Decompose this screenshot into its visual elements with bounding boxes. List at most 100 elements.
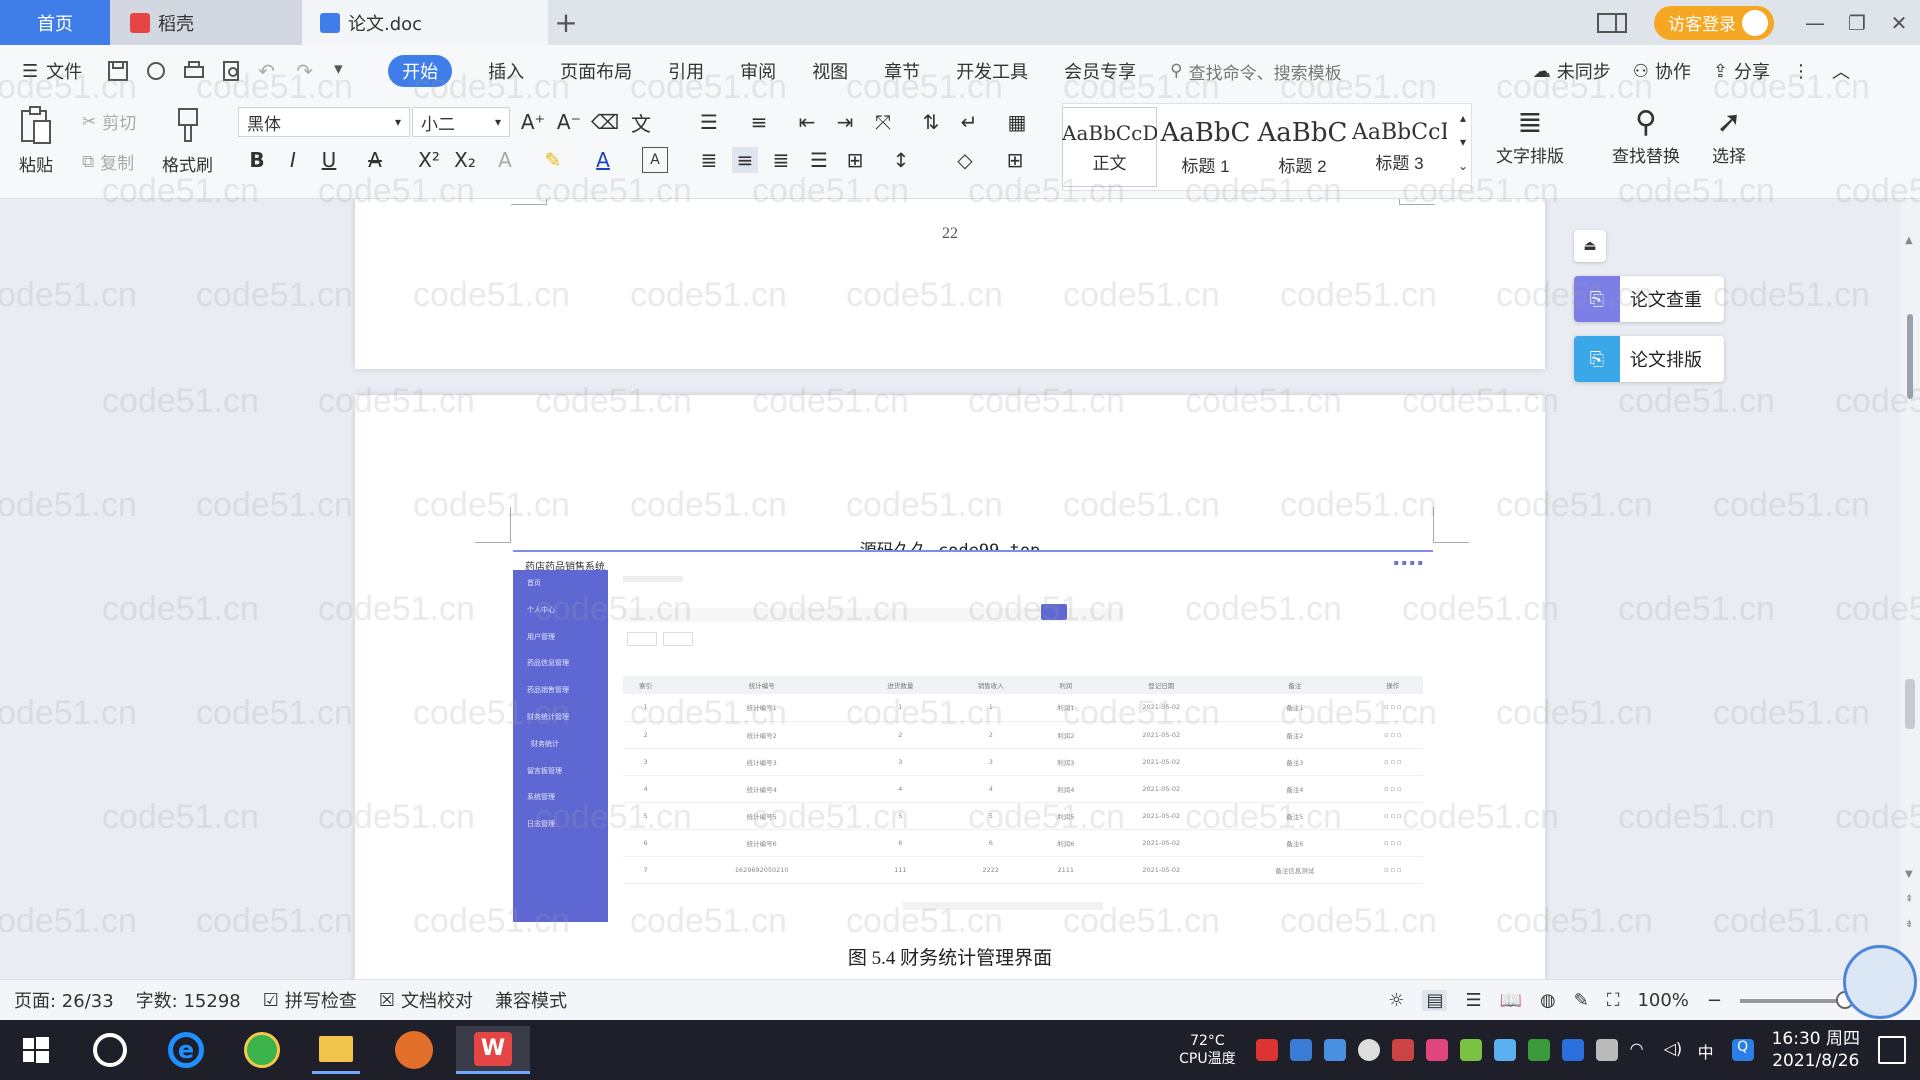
decrease-indent-icon[interactable]: ⇤ [794,109,820,135]
highlight-icon[interactable]: ✎ [540,147,566,173]
notifications-icon[interactable] [1878,1036,1906,1064]
table-tools-icon[interactable]: ▦ [1004,109,1030,135]
italic-icon[interactable]: I [280,147,306,173]
font-size-select[interactable]: 小二 ▾ [412,107,510,137]
styles-scroll-down-icon[interactable]: ▾ [1450,129,1476,155]
page-view-icon[interactable]: ▤ [1422,990,1448,1011]
char-border-icon[interactable]: A [642,147,668,173]
increase-indent-icon[interactable]: ⇥ [832,109,858,135]
restore-button[interactable]: ❐ [1836,0,1878,45]
assistant-avatar-icon[interactable] [1843,945,1917,1019]
cut-button[interactable]: ✂ 剪切 [82,109,136,135]
tray-app-icon[interactable] [1425,1039,1448,1061]
chinese-layout-icon[interactable]: ⤧ [870,109,896,135]
number-list-icon[interactable]: ≡ [746,109,772,135]
wps-writer-icon[interactable]: W [456,1026,530,1074]
more-menu-icon[interactable]: ⋮ [1792,61,1810,82]
customize-dropdown-icon[interactable]: ▾ [334,59,358,83]
undo-icon[interactable]: ↶ [258,59,282,83]
styles-expand-icon[interactable]: ⌄ [1450,153,1476,179]
proofread-button[interactable]: ☒ 文档校对 [379,987,473,1013]
notification-bell-icon[interactable] [1357,1039,1380,1061]
menu-tab-start[interactable]: 开始 [388,55,453,87]
guest-login-button[interactable]: 访客登录 [1654,5,1774,40]
text-effect-icon[interactable]: A [492,147,518,173]
paper-check-button[interactable]: ⎘ 论文查重 [1574,276,1724,322]
grow-font-icon[interactable]: A⁺ [520,109,546,135]
align-center-icon[interactable]: ≡ [732,147,758,173]
style-heading-3[interactable]: AaBbCcI 标题 3 [1352,107,1447,187]
close-button[interactable]: ✕ [1878,0,1920,45]
copy-button[interactable]: ⧉ 复制 [82,149,134,175]
paste-button[interactable]: 粘贴 [18,105,54,176]
bluetooth-icon[interactable] [1561,1039,1584,1061]
line-spacing-icon[interactable]: ↕ [888,147,914,173]
nvidia-icon[interactable] [1527,1039,1550,1061]
reading-view-icon[interactable]: 📖 [1500,990,1522,1011]
tab-daoke[interactable]: 稻壳 [110,0,302,45]
clear-format-icon[interactable]: ⌫ [591,109,619,135]
borders-icon[interactable]: ⊞ [1002,147,1028,173]
next-page-icon[interactable]: ⇟ [1905,919,1913,930]
scrollbar-thumb[interactable] [1907,314,1913,399]
browser-360-icon[interactable] [238,1026,286,1074]
outline-view-icon[interactable]: ☰ [1465,990,1481,1011]
wifi-icon[interactable]: ◠ [1630,1039,1652,1061]
redo-icon[interactable]: ↷ [296,59,320,83]
cpu-temp-widget[interactable]: 72°C CPU温度 [1179,1032,1235,1068]
embedded-screenshot-image[interactable]: 药店药品销售系统 ▪ ▪ ▪ ▪ 首页 个人中心 用户管理 药品信息管理 药品销… [513,550,1433,922]
ie-browser-icon[interactable]: e [162,1026,210,1074]
phonetic-icon[interactable]: 文 [628,109,654,136]
sync-button[interactable]: ☁ 未同步 [1533,58,1611,84]
menu-tab-view[interactable]: 视图 [812,58,848,84]
find-replace-button[interactable]: ⚲ 查找替换 [1612,105,1680,167]
collaborate-button[interactable]: ⚇ 协作 [1633,58,1691,84]
tray-app-icon[interactable] [1255,1039,1278,1061]
battery-icon[interactable] [1595,1039,1618,1061]
strikethrough-icon[interactable]: A [362,147,388,173]
input-method-icon[interactable]: 中 [1698,1039,1720,1062]
prev-page-icon[interactable]: ⇞ [1905,894,1913,905]
command-search[interactable]: ⚲ 查找命令、搜索模板 [1170,59,1341,84]
write-mode-icon[interactable]: ✎ [1574,990,1589,1011]
show-marks-icon[interactable]: ↵ [956,109,982,135]
text-layout-button[interactable]: ≣ 文字排版 [1496,105,1564,167]
menu-tab-page-layout[interactable]: 页面布局 [560,58,632,84]
tray-app-icon[interactable] [1289,1039,1312,1061]
bold-icon[interactable]: B [244,147,270,173]
menu-tab-developer[interactable]: 开发工具 [956,58,1028,84]
bullet-list-icon[interactable]: ☰ [696,109,722,135]
document-page[interactable]: 22 [355,199,1545,369]
font-color-icon[interactable]: A [590,147,616,173]
menu-tab-chapter[interactable]: 章节 [884,58,920,84]
scroll-down-icon[interactable]: ▼ [1905,869,1913,880]
pinwheel-app-icon[interactable] [86,1026,134,1074]
scroll-up-icon[interactable]: ▲ [1905,235,1913,246]
ime-q-icon[interactable]: Q [1731,1039,1754,1061]
print-icon[interactable] [182,59,206,83]
file-explorer-icon[interactable] [312,1026,360,1074]
sort-icon[interactable]: ⇅ [918,109,944,135]
web-view-icon[interactable]: ◍ [1540,990,1556,1011]
distribute-icon[interactable]: ⊞ [842,147,868,173]
tray-app-icon[interactable] [1391,1039,1414,1061]
style-heading-2[interactable]: AaBbC 标题 2 [1255,107,1350,187]
eye-protection-icon[interactable]: ☼ [1388,990,1404,1011]
menu-tab-references[interactable]: 引用 [668,58,704,84]
security-shield-icon[interactable] [1323,1039,1346,1061]
word-count[interactable]: 字数: 15298 [136,987,241,1013]
zoom-out-icon[interactable]: − [1707,990,1722,1011]
vertical-scrollbar[interactable]: ▲ ▼ ⇞ ⇟ [1900,199,1920,979]
minimize-button[interactable]: — [1794,0,1836,45]
save-icon[interactable] [106,59,130,83]
style-normal[interactable]: AaBbCcDd 正文 [1062,107,1157,187]
menu-tab-review[interactable]: 审阅 [740,58,776,84]
document-page[interactable]: 源码久久-code99.top 药店药品销售系统 ▪ ▪ ▪ ▪ 首页 个人中心… [355,395,1545,979]
windows-start-icon[interactable] [12,1026,60,1074]
style-heading-1[interactable]: AaBbC 标题 1 [1158,107,1253,187]
underline-icon[interactable]: U [316,147,342,173]
superscript-icon[interactable]: X² [416,147,442,173]
align-right-icon[interactable]: ≣ [768,147,794,173]
print-preview-icon[interactable] [220,59,244,83]
menu-tab-member[interactable]: 会员专享 [1064,58,1136,84]
